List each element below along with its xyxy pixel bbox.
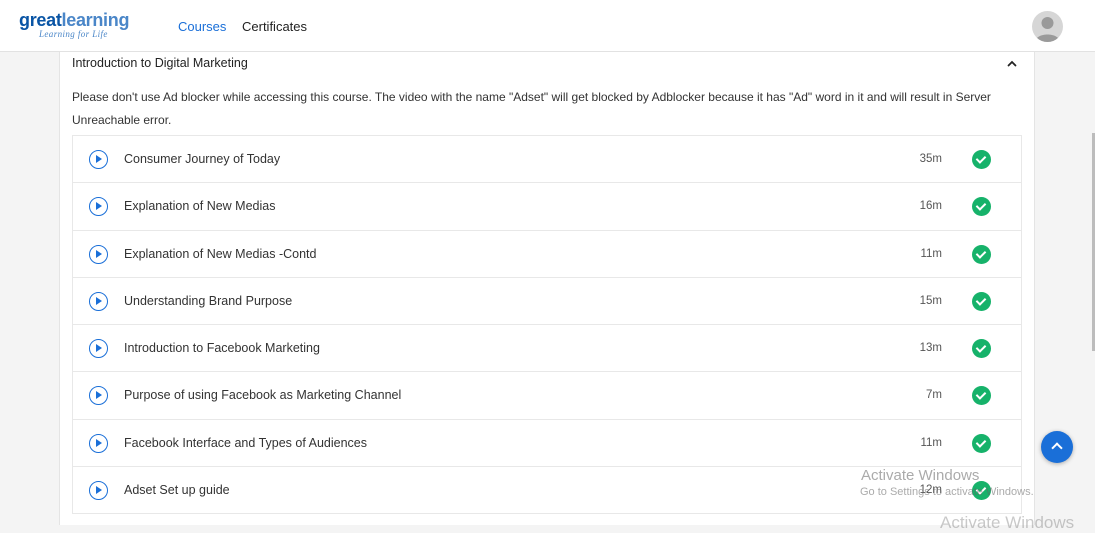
lesson-title[interactable]: Adset Set up guide [124, 483, 230, 497]
lesson-row[interactable]: Introduction to Facebook Marketing 13m [73, 325, 1021, 373]
play-icon[interactable] [89, 150, 108, 169]
play-icon[interactable] [89, 386, 108, 406]
lesson-row[interactable]: Consumer Journey of Today 35m [73, 136, 1021, 184]
lesson-row[interactable]: Purpose of using Facebook as Marketing C… [73, 372, 1021, 420]
lesson-title[interactable]: Facebook Interface and Types of Audience… [124, 436, 367, 450]
lesson-title[interactable]: Consumer Journey of Today [124, 152, 280, 166]
section-title[interactable]: Introduction to Digital Marketing [72, 56, 248, 70]
lesson-row[interactable]: Explanation of New Medias -Contd 11m [73, 231, 1021, 278]
activate-windows-title: Activate Windows [861, 467, 980, 484]
play-icon[interactable] [89, 339, 108, 359]
greatlearning-logo[interactable]: greatlearning Learning for Life [19, 11, 129, 39]
lesson-title[interactable]: Explanation of New Medias [124, 199, 275, 213]
logo-tagline: Learning for Life [39, 29, 108, 39]
play-icon[interactable] [89, 244, 108, 264]
user-avatar-icon[interactable] [1032, 11, 1063, 42]
lesson-row[interactable]: Explanation of New Medias 16m [73, 183, 1021, 231]
lesson-duration: 15m [919, 294, 942, 307]
lesson-title[interactable]: Introduction to Facebook Marketing [124, 341, 320, 355]
play-icon[interactable] [89, 481, 108, 501]
completed-check-icon [972, 291, 991, 311]
course-section-panel: Introduction to Digital Marketing Please… [59, 52, 1035, 525]
activate-windows-ghost: Activate Windows [940, 513, 1075, 532]
lesson-title[interactable]: Understanding Brand Purpose [124, 294, 292, 308]
completed-check-icon [972, 244, 991, 264]
play-icon[interactable] [89, 197, 108, 217]
lesson-duration: 11m [920, 247, 942, 260]
scroll-to-top-button[interactable] [1041, 431, 1073, 463]
nav-courses-link[interactable]: Courses [178, 19, 226, 34]
completed-check-icon [972, 339, 991, 359]
logo-suffix: learning [61, 10, 130, 30]
completed-check-icon [972, 386, 991, 406]
completed-check-icon [972, 197, 991, 217]
logo-prefix: great [19, 10, 62, 30]
completed-check-icon [972, 433, 991, 453]
nav-certificates-link[interactable]: Certificates [242, 19, 307, 34]
top-navbar: greatlearning Learning for Life Courses … [0, 0, 1095, 52]
lesson-list: Consumer Journey of Today 35m Explanatio… [72, 135, 1022, 515]
play-icon[interactable] [89, 291, 108, 311]
completed-check-icon [972, 150, 991, 169]
lesson-duration: 7m [926, 389, 942, 402]
adblocker-notice: Please don't use Ad blocker while access… [72, 90, 991, 127]
lesson-title[interactable]: Purpose of using Facebook as Marketing C… [124, 388, 401, 402]
lesson-row[interactable]: Understanding Brand Purpose 15m [73, 278, 1021, 326]
chevron-up-icon[interactable] [1004, 56, 1020, 70]
lesson-title[interactable]: Explanation of New Medias -Contd [124, 247, 316, 261]
lesson-duration: 35m [919, 153, 942, 165]
lesson-duration: 11m [920, 436, 942, 449]
lesson-duration: 16m [919, 200, 942, 213]
activate-windows-subtitle: Go to Settings to activate Windows. [860, 486, 1034, 498]
lesson-row[interactable]: Facebook Interface and Types of Audience… [73, 420, 1021, 468]
play-icon[interactable] [89, 433, 108, 453]
lesson-duration: 13m [919, 342, 942, 355]
